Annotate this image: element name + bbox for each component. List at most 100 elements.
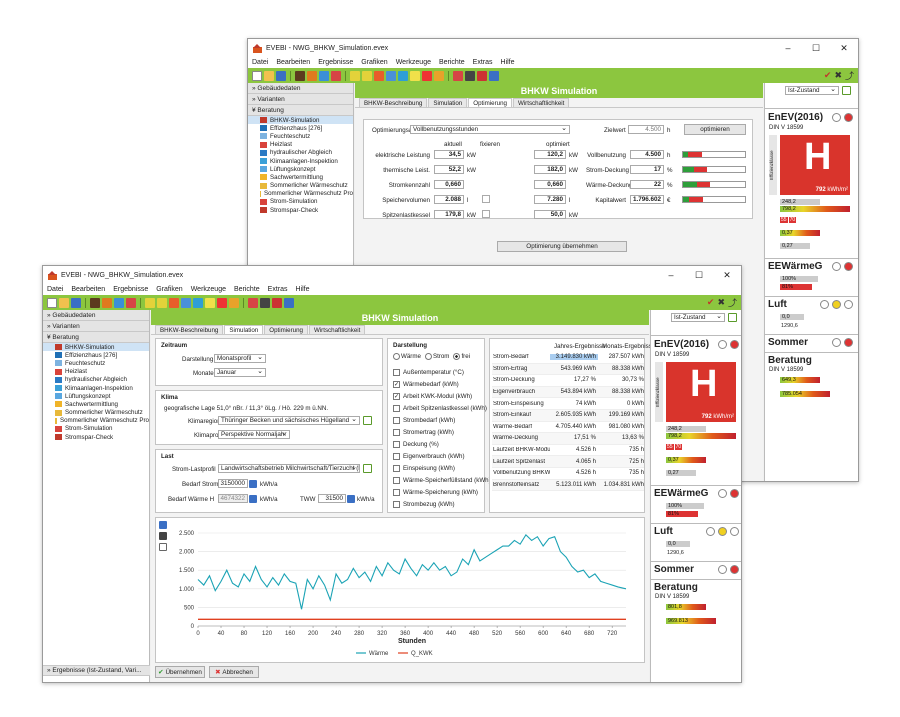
tools-icon[interactable]: ✖ <box>834 70 842 81</box>
tool-icon[interactable] <box>90 297 100 308</box>
klimaprofil-select[interactable]: Perspektive Normaljahr <box>218 430 290 439</box>
abbrechen-button[interactable]: ✖ Abbrechen <box>209 666 259 678</box>
zustand-select[interactable]: Ist-Zustand <box>785 86 839 95</box>
new-file-icon[interactable] <box>252 70 262 81</box>
edit-icon[interactable] <box>347 495 355 503</box>
tab-optimierung[interactable]: Optimierung <box>468 98 512 107</box>
opt-aktuell-value[interactable]: 0,660 <box>434 180 464 189</box>
checkbox-row[interactable]: Wärme-Speicherung (kWh) <box>393 486 491 498</box>
region-map-icon[interactable] <box>363 416 372 425</box>
nav-item[interactable]: Strom-Simulation <box>248 198 353 206</box>
menu-hilfe[interactable]: Hilfe <box>296 286 310 293</box>
fixieren-checkbox[interactable] <box>482 195 490 203</box>
nav-header-beratung[interactable]: ¥ Beratung <box>248 105 353 116</box>
menu-berichte[interactable]: Berichte <box>234 286 260 293</box>
menu-ergebnisse[interactable]: Ergebnisse <box>318 59 353 66</box>
export-icon[interactable] <box>248 297 258 308</box>
calc-icon[interactable] <box>350 70 360 81</box>
edit-icon[interactable] <box>249 480 257 488</box>
wizard-icon[interactable] <box>102 297 112 308</box>
checkbox-row[interactable]: Strombezug (kWh) <box>393 498 491 510</box>
minimize-icon[interactable]: – <box>774 43 802 54</box>
save-icon[interactable] <box>71 297 81 308</box>
checkbox-row[interactable]: Einspeisung (kWh) <box>393 462 491 474</box>
nav-item[interactable]: Feuchteschutz <box>43 359 149 367</box>
menu-grafiken[interactable]: Grafiken <box>156 286 182 293</box>
opt-aktuell-value[interactable]: 52,2 <box>434 165 464 174</box>
tww-input[interactable]: 31500 <box>318 494 346 503</box>
tools-icon[interactable]: ✖ <box>717 297 725 308</box>
grid-icon[interactable] <box>386 70 396 81</box>
zielwert-input[interactable]: 4.500 <box>628 125 664 134</box>
uebernehmen-button[interactable]: ✔ Übernehmen <box>155 666 205 678</box>
checkbox-row[interactable]: Außentemperatur (°C) <box>393 366 491 378</box>
print-icon[interactable] <box>465 70 475 81</box>
nav-header-gebaeudedaten[interactable]: » Gebäudedaten <box>43 310 149 321</box>
help-icon[interactable] <box>477 70 487 81</box>
checkbox-row[interactable]: Eigenverbrauch (kWh) <box>393 450 491 462</box>
checkbox-row[interactable]: ✓ Arbeit KWK-Modul (kWh) <box>393 390 491 402</box>
bedarf-waerme-input[interactable]: 4674322 <box>218 494 248 503</box>
nav-item[interactable]: Sommerlicher Wärmeschutz Pro <box>248 190 353 198</box>
nav-item[interactable]: Stromspar-Check <box>43 433 149 441</box>
menu-bearbeiten[interactable]: Bearbeiten <box>71 286 105 293</box>
nav-item[interactable]: Sommerlicher Wärmeschutz Pro <box>43 417 149 425</box>
checkbox-row[interactable]: Stromertrag (kWh) <box>393 426 491 438</box>
star-icon[interactable] <box>205 297 215 308</box>
tab-wirtschaftlichkeit[interactable]: Wirtschaftlichkeit <box>512 98 570 107</box>
menu-datei[interactable]: Datei <box>47 286 63 293</box>
radio-option[interactable]: Strom <box>424 353 449 360</box>
report-icon[interactable] <box>169 297 179 308</box>
monate-select[interactable]: Januar <box>214 368 266 377</box>
zustand-select[interactable]: Ist-Zustand <box>671 313 725 322</box>
sun-icon[interactable] <box>157 297 167 308</box>
nav-item[interactable]: Sommerlicher Wärmeschutz <box>248 182 353 190</box>
checkbox-row[interactable]: ✓ Wärmebedarf (kWh) <box>393 378 491 390</box>
tab-bhkw-beschreibung[interactable]: BHKW-Beschreibung <box>155 325 224 334</box>
nav-header-varianten[interactable]: » Varianten <box>248 94 353 105</box>
opt-aktuell-value[interactable]: 34,5 <box>434 150 464 159</box>
snow-icon[interactable] <box>193 297 203 308</box>
chart-icon[interactable] <box>229 297 239 308</box>
open-folder-icon[interactable] <box>59 297 69 308</box>
menu-bearbeiten[interactable]: Bearbeiten <box>276 59 310 66</box>
nav-item[interactable]: Sommerlicher Wärmeschutz <box>43 409 149 417</box>
nav-header-varianten[interactable]: » Varianten <box>43 321 149 332</box>
nav-item[interactable]: BHKW-Simulation <box>248 116 353 125</box>
alert-icon[interactable] <box>217 297 227 308</box>
optimieren-button[interactable]: optimieren <box>684 124 746 135</box>
tab-simulation[interactable]: Simulation <box>224 325 264 334</box>
close-icon[interactable]: ✕ <box>713 270 741 281</box>
tab-wirtschaftlichkeit[interactable]: Wirtschaftlichkeit <box>308 325 366 334</box>
tab-optimierung[interactable]: Optimierung <box>264 325 308 334</box>
nav-item[interactable]: Klimaanlagen-Inspektion <box>43 384 149 392</box>
nav-item[interactable]: Heizlast <box>248 141 353 149</box>
undo-icon[interactable] <box>319 70 329 81</box>
nav-header-beratung[interactable]: ¥ Beratung <box>43 332 149 343</box>
radio-option[interactable]: Wärme <box>393 353 421 360</box>
nav-item[interactable]: Effizienzhaus [276] <box>248 124 353 132</box>
sun-icon[interactable] <box>362 70 372 81</box>
info-icon[interactable] <box>284 297 294 308</box>
lastprofil-icon[interactable] <box>363 464 372 473</box>
open-folder-icon[interactable] <box>264 70 274 81</box>
tab-simulation[interactable]: Simulation <box>428 98 468 107</box>
darstellung-select[interactable]: Monatsprofil <box>214 354 266 363</box>
trend-icon[interactable]: ⤴ <box>728 296 737 309</box>
redo-icon[interactable] <box>126 297 136 308</box>
nav-header-ergebnisse[interactable]: » Ergebnisse (Ist-Zustand, Vari... <box>43 665 150 676</box>
print-icon[interactable] <box>260 297 270 308</box>
close-icon[interactable]: ✕ <box>830 43 858 54</box>
alert-icon[interactable] <box>422 70 432 81</box>
nav-item[interactable]: BHKW-Simulation <box>43 343 149 352</box>
nav-item[interactable]: hydraulischer Abgleich <box>43 376 149 384</box>
zustand-icon[interactable] <box>842 86 851 95</box>
nav-item[interactable]: Lüftungskonzept <box>43 392 149 400</box>
info-icon[interactable] <box>489 70 499 81</box>
undo-icon[interactable] <box>114 297 124 308</box>
optimierung-uebernehmen-button[interactable]: Optimierung übernehmen <box>497 241 627 252</box>
check-icon[interactable]: ✔ <box>824 70 832 81</box>
menu-grafiken[interactable]: Grafiken <box>361 59 387 66</box>
nav-item[interactable]: Sachwertermittlung <box>43 400 149 408</box>
checkbox-row[interactable]: Arbeit Spitzenlastkessel (kWh) <box>393 402 491 414</box>
